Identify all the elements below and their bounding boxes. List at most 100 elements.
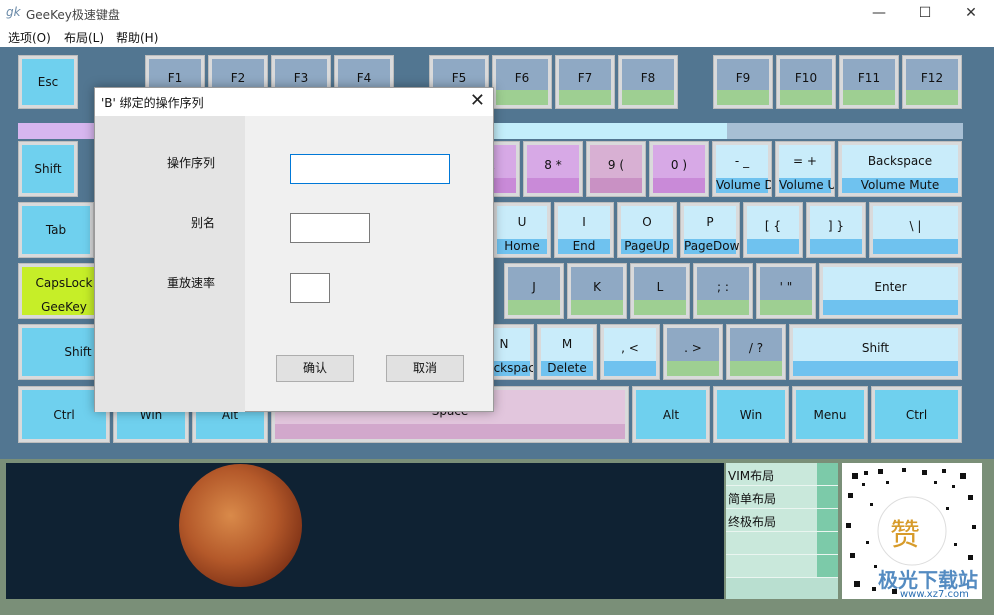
key-face: F11 [843, 59, 895, 105]
key-win-r[interactable]: Win [713, 386, 789, 443]
key-label: Shift [34, 162, 62, 176]
key-8[interactable]: 8 * [523, 141, 583, 197]
key-face: J [508, 267, 560, 315]
key-shift-r[interactable]: Shift [789, 324, 962, 380]
key-label: Tab [45, 223, 67, 237]
key-face: F7 [559, 59, 611, 105]
key-backspace[interactable]: Backspace Volume Mute [838, 141, 962, 197]
key-u[interactable]: U Home [493, 202, 551, 258]
key-sublabel: Volume Up [779, 178, 834, 192]
key-equal[interactable]: = + Volume Up [775, 141, 835, 197]
minimize-button[interactable]: — [856, 0, 902, 27]
key-layer-bar [590, 178, 642, 193]
menu-layout[interactable]: 布局(L) [64, 29, 104, 46]
key-label: 9 ( [607, 158, 625, 172]
key-i[interactable]: I End [554, 202, 614, 258]
key-layer-bar [747, 239, 799, 254]
number-row-bar-2 [494, 123, 727, 139]
key-rbracket[interactable]: ] } [806, 202, 866, 258]
key-face: Tab [22, 206, 90, 254]
key-semicolon[interactable]: ; : [693, 263, 753, 319]
key-layer-bar [527, 178, 579, 193]
key-label: K [593, 280, 601, 294]
key-face: Ctrl [875, 390, 958, 439]
key-label: F1 [167, 71, 183, 85]
key-label: F6 [514, 71, 530, 85]
key-quote[interactable]: ' " [756, 263, 816, 319]
layout-item-label: 简单布局 [728, 492, 777, 506]
key-face: Backspace Volume Mute [842, 145, 958, 193]
key-face: Win [717, 390, 785, 439]
key-label: P [706, 215, 714, 229]
key-period[interactable]: . > [663, 324, 723, 380]
key-minus[interactable]: - _ Volume Down [712, 141, 772, 197]
key-sublabel: PageDown [684, 239, 740, 253]
key-o[interactable]: O PageUp [617, 202, 677, 258]
replay-rate-input[interactable] [290, 273, 330, 303]
key-p[interactable]: P PageDown [680, 202, 740, 258]
key-label: Enter [874, 280, 907, 294]
key-label: J [532, 280, 536, 294]
sequence-input[interactable] [290, 154, 450, 184]
layout-item-empty[interactable] [726, 532, 838, 555]
key-label: 0 ) [670, 158, 688, 172]
key-face: Enter [823, 267, 958, 315]
key-layer-bar [697, 300, 749, 315]
key-face: , < [604, 328, 656, 376]
key-layer-bar [571, 300, 623, 315]
key-f12[interactable]: F12 [902, 55, 962, 109]
key-label: F2 [230, 71, 246, 85]
key-label: , < [621, 341, 639, 355]
key-label: Alt [662, 408, 680, 422]
key-comma[interactable]: , < [600, 324, 660, 380]
key-label: = + [793, 154, 817, 168]
key-label: Menu [813, 408, 847, 422]
close-button[interactable]: ✕ [948, 0, 994, 27]
key-f7[interactable]: F7 [555, 55, 615, 109]
key-slash[interactable]: / ? [726, 324, 786, 380]
key-tab[interactable]: Tab [18, 202, 94, 258]
key-sublabel: PageUp [624, 239, 670, 253]
key-label: Shift [861, 341, 890, 355]
key-f11[interactable]: F11 [839, 55, 899, 109]
dialog-close-icon[interactable]: ✕ [470, 90, 485, 111]
key-label: . > [684, 341, 702, 355]
layout-item-empty[interactable] [726, 555, 838, 578]
key-lbracket[interactable]: [ { [743, 202, 803, 258]
key-enter[interactable]: Enter [819, 263, 962, 319]
key-0[interactable]: 0 ) [649, 141, 709, 197]
layout-item-simple[interactable]: 简单布局 [726, 486, 838, 509]
key-f9[interactable]: F9 [713, 55, 773, 109]
alias-input[interactable] [290, 213, 370, 243]
key-label: ; : [717, 280, 729, 294]
cancel-button[interactable]: 取消 [386, 355, 464, 382]
key-f8[interactable]: F8 [618, 55, 678, 109]
key-l[interactable]: L [630, 263, 690, 319]
key-k[interactable]: K [567, 263, 627, 319]
key-shift-l[interactable]: Shift [18, 141, 78, 197]
key-layer-bar [496, 90, 548, 105]
alias-label: 别名 [191, 216, 216, 230]
key-j[interactable]: J [504, 263, 564, 319]
key-menu[interactable]: Menu [792, 386, 868, 443]
layout-item-label: VIM布局 [728, 469, 775, 483]
key-f6[interactable]: F6 [492, 55, 552, 109]
key-m[interactable]: M Delete [537, 324, 597, 380]
key-esc[interactable]: Esc [18, 55, 78, 109]
key-label: U [517, 215, 527, 229]
layout-item-ultimate[interactable]: 终极布局 [726, 509, 838, 532]
key-9[interactable]: 9 ( [586, 141, 646, 197]
key-face: U Home [497, 206, 547, 254]
menu-help[interactable]: 帮助(H) [116, 29, 158, 46]
key-layer-bar [634, 300, 686, 315]
maximize-button[interactable]: ☐ [902, 0, 948, 27]
key-alt-r[interactable]: Alt [632, 386, 710, 443]
key-label: M [561, 337, 573, 351]
key-backslash[interactable]: \ | [869, 202, 962, 258]
key-f10[interactable]: F10 [776, 55, 836, 109]
menu-options[interactable]: 选项(O) [8, 29, 51, 46]
layout-item-vim[interactable]: VIM布局 [726, 463, 838, 486]
confirm-button[interactable]: 确认 [276, 355, 354, 382]
key-ctrl-r[interactable]: Ctrl [871, 386, 962, 443]
key-sublabel: Volume Down [716, 178, 771, 192]
